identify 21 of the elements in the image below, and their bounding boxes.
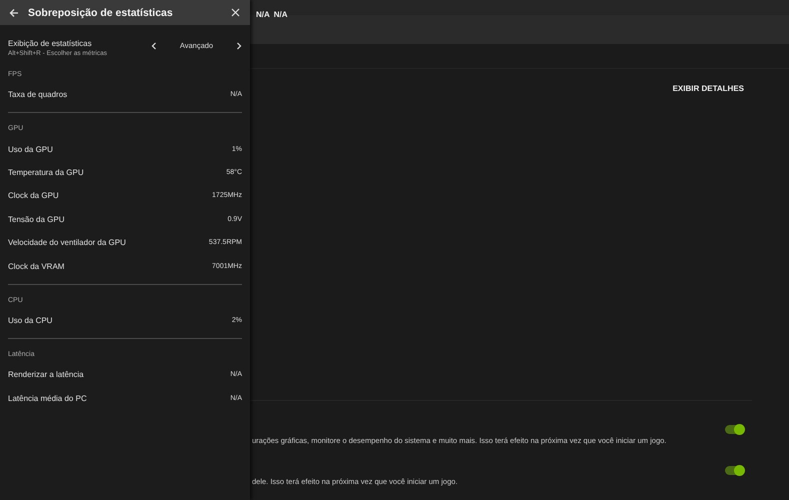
metric-label: Latência média do PC: [8, 394, 87, 403]
panel-title: Sobreposição de estatísticas: [28, 6, 174, 18]
setting-label: Exibição de estatísticas: [8, 39, 93, 48]
chevron-right-icon[interactable]: [236, 42, 242, 50]
metric-label: Renderizar a latência: [8, 370, 84, 380]
metric-label: Clock da GPU: [8, 191, 59, 200]
metric-label: Uso da GPU: [8, 144, 53, 154]
details-button[interactable]: EXIBIR DETALHES: [672, 84, 744, 93]
back-icon[interactable]: [9, 8, 19, 18]
toggle-switch[interactable]: [725, 425, 744, 434]
metric-label: Clock da VRAM: [8, 262, 64, 271]
metric-label: Tensão da GPU: [8, 214, 64, 224]
metric-label: Temperatura da GPU: [8, 168, 84, 177]
metric-label: Velocidade do ventilador da GPU: [8, 238, 126, 248]
metric-label: Uso da CPU: [8, 316, 52, 325]
toggle-switch[interactable]: [725, 466, 744, 475]
close-icon[interactable]: [231, 8, 240, 17]
chevron-left-icon[interactable]: [151, 42, 157, 50]
metric-label: Taxa de quadros: [8, 90, 68, 100]
top-bar-value: N/A: [256, 10, 270, 19]
top-bar-value: N/A: [274, 10, 288, 19]
